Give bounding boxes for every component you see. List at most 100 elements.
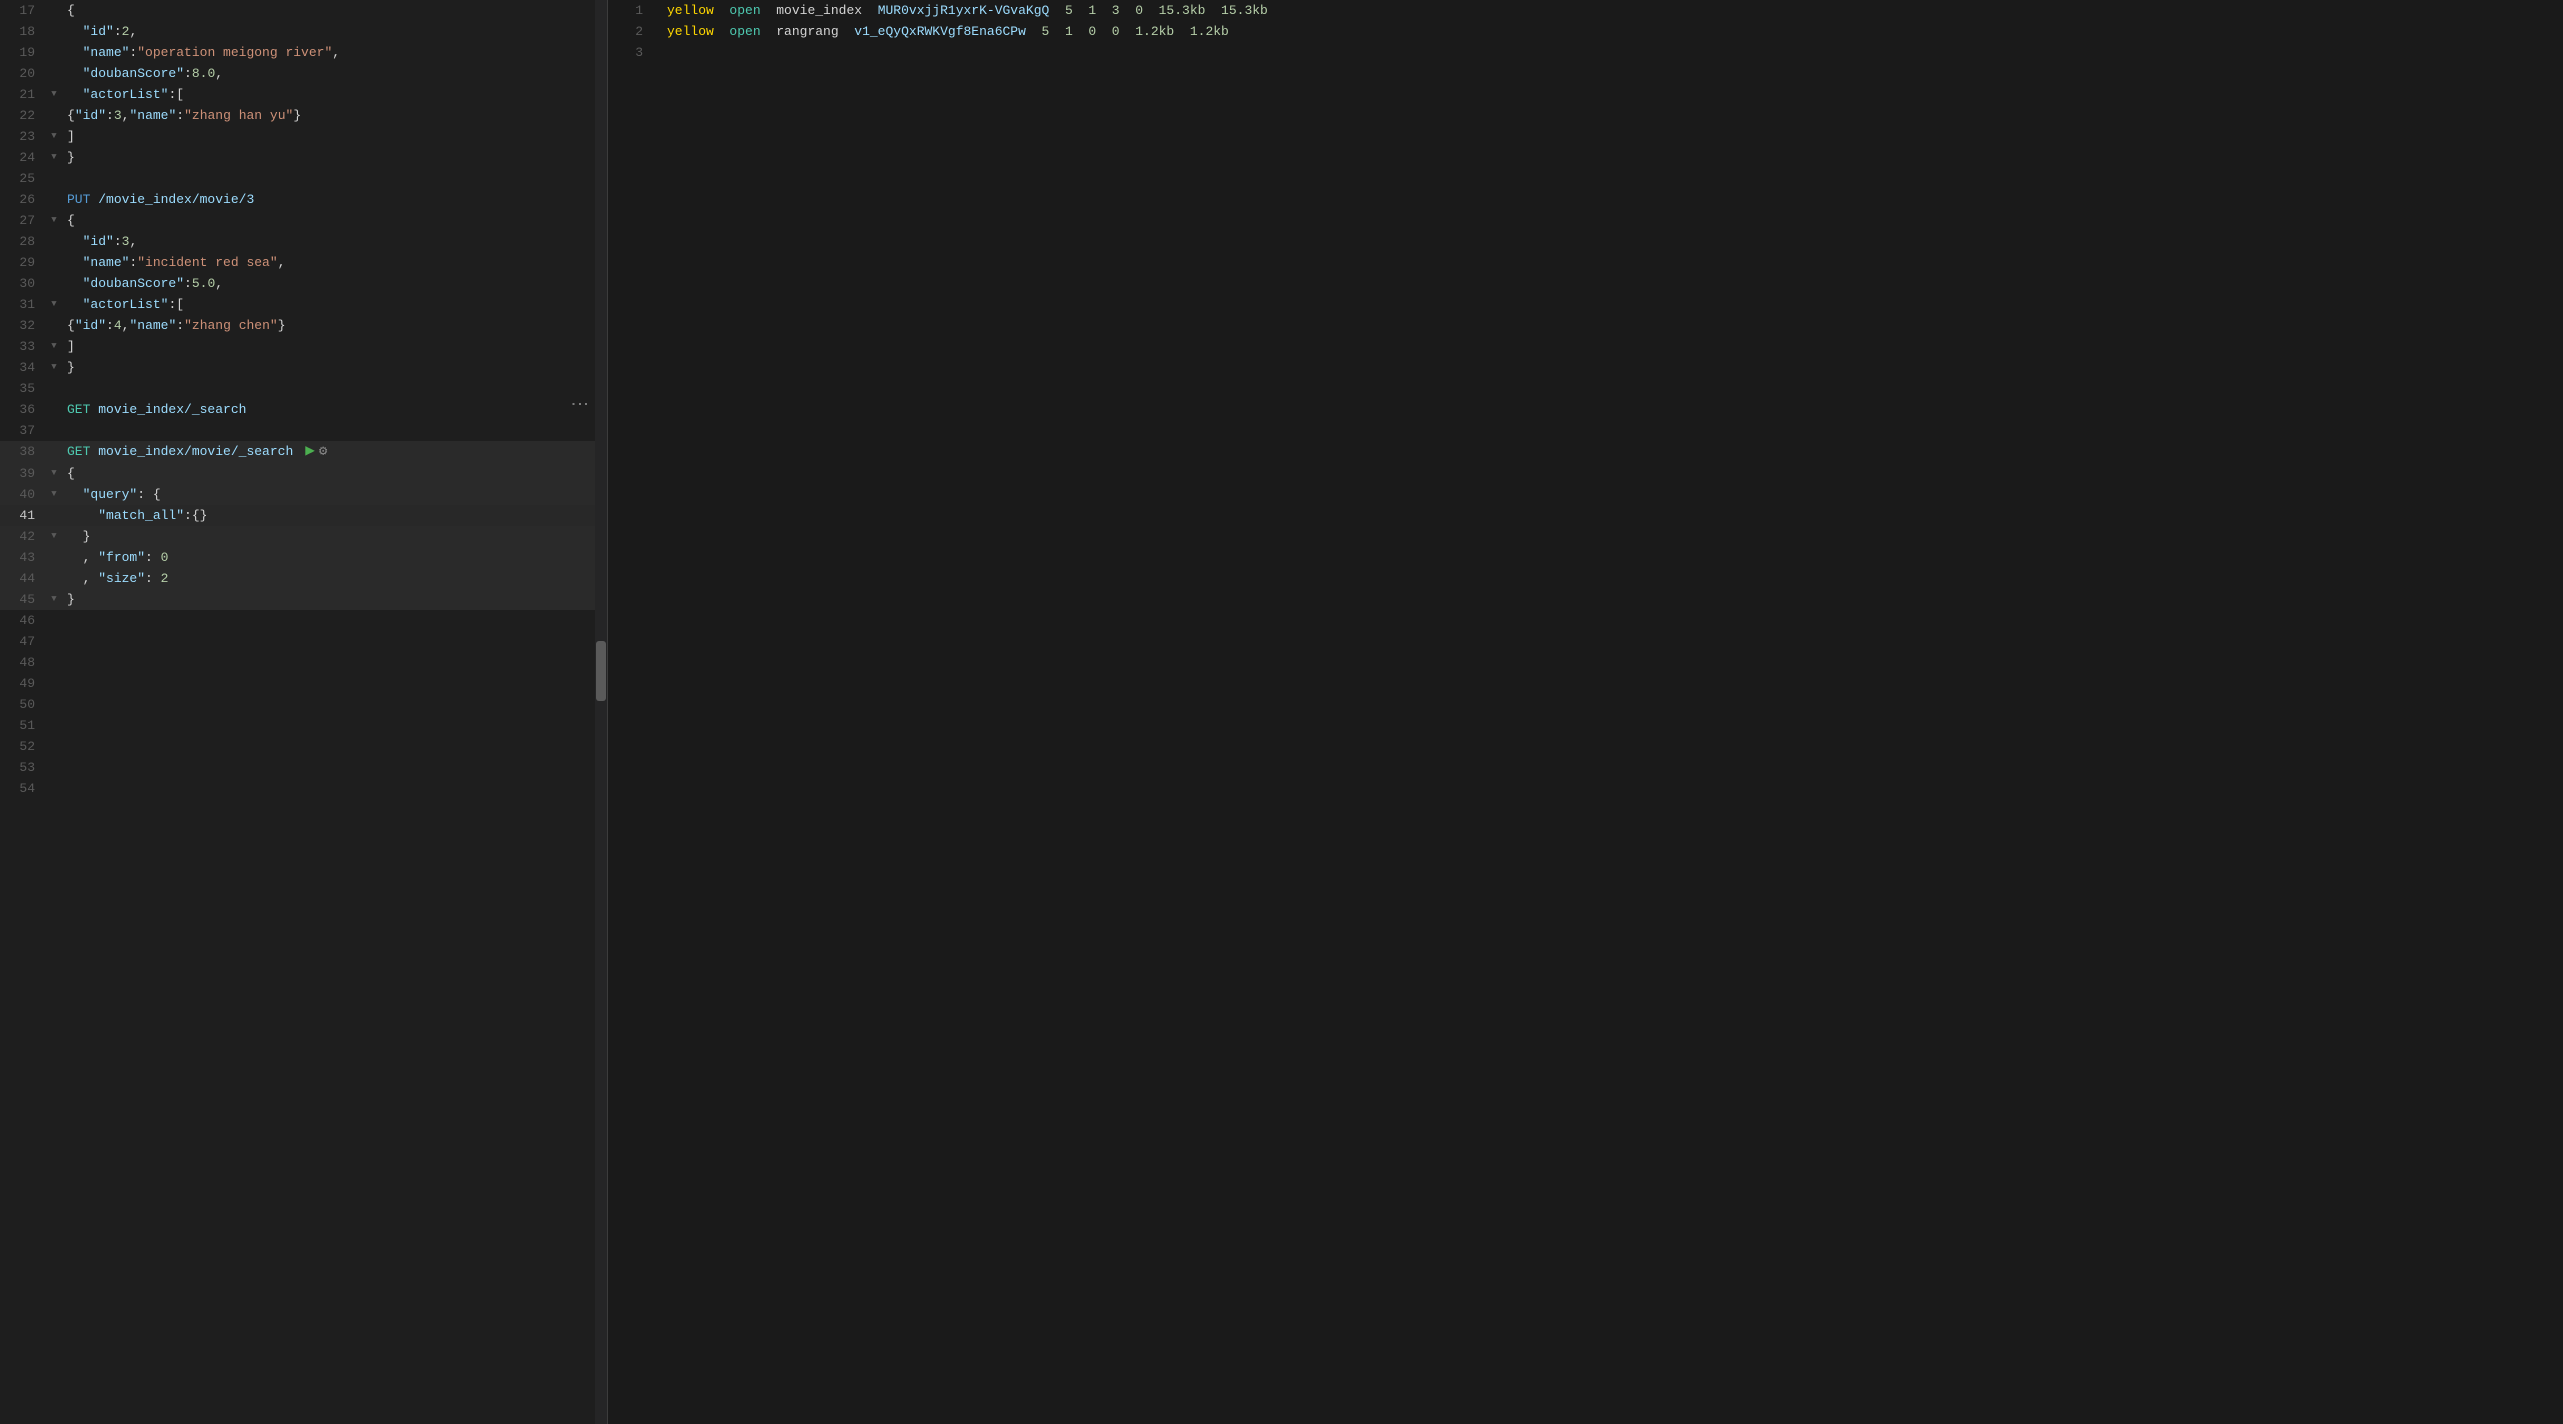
result-number: 1: [1088, 3, 1096, 18]
editor-line-22: 22{"id":3,"name":"zhang han yu"}: [0, 105, 607, 126]
line-content[interactable]: {: [63, 210, 607, 231]
line-content[interactable]: PUT /movie_index/movie/3: [63, 189, 607, 210]
editor-line-31: 31 "actorList":[: [0, 294, 607, 315]
fold-arrow[interactable]: [47, 126, 61, 147]
result-number: 5: [1042, 24, 1050, 39]
fold-arrow[interactable]: [47, 589, 61, 610]
result-number: 1.2kb: [1190, 24, 1229, 39]
fold-arrow[interactable]: [47, 210, 61, 231]
line-content[interactable]: "id":2,: [63, 21, 607, 42]
line-content[interactable]: [63, 694, 607, 715]
line-number: 39: [0, 463, 45, 484]
line-content[interactable]: ]: [63, 126, 607, 147]
line-content[interactable]: [63, 715, 607, 736]
line-gutter: [45, 378, 63, 399]
editor-line-21: 21 "actorList":[: [0, 84, 607, 105]
line-content[interactable]: [63, 736, 607, 757]
line-number: 49: [0, 673, 45, 694]
json-key: "size": [98, 571, 145, 586]
editor-line-48: 48: [0, 652, 607, 673]
line-content[interactable]: [63, 673, 607, 694]
editor-line-35: 35: [0, 378, 607, 399]
line-content[interactable]: GET movie_index/movie/_search▶⚙: [63, 441, 607, 463]
line-gutter: [45, 0, 63, 21]
line-gutter: [45, 252, 63, 273]
line-content[interactable]: "name":"operation meigong river",: [63, 42, 607, 63]
line-gutter: [45, 105, 63, 126]
line-content[interactable]: [63, 652, 607, 673]
result-status-color: yellow: [667, 3, 714, 18]
line-content[interactable]: }: [63, 589, 607, 610]
fold-arrow[interactable]: [47, 484, 61, 505]
line-gutter: [45, 336, 63, 357]
line-content[interactable]: {"id":3,"name":"zhang han yu"}: [63, 105, 607, 126]
run-button[interactable]: ▶: [305, 441, 315, 462]
line-content[interactable]: GET movie_index/_search: [63, 399, 607, 420]
line-number: 41: [0, 505, 45, 526]
result-line-number: 3: [608, 42, 653, 63]
line-content[interactable]: "name":"incident red sea",: [63, 252, 607, 273]
fold-arrow[interactable]: [47, 336, 61, 357]
result-line-1: 1yellow open movie_index MUR0vxjjR1yxrK-…: [608, 0, 2563, 21]
fold-arrow[interactable]: [47, 294, 61, 315]
editor-line-25: 25: [0, 168, 607, 189]
editor-line-50: 50: [0, 694, 607, 715]
line-number: 48: [0, 652, 45, 673]
line-number: 27: [0, 210, 45, 231]
line-content[interactable]: "match_all":{}: [63, 505, 607, 526]
line-content[interactable]: "doubanScore":5.0,: [63, 273, 607, 294]
line-content[interactable]: "id":3,: [63, 231, 607, 252]
line-content[interactable]: {"id":4,"name":"zhang chen"}: [63, 315, 607, 336]
result-line-number: 2: [608, 21, 653, 42]
result-content: yellow open rangrang v1_eQyQxRWKVgf8Ena6…: [663, 21, 2563, 42]
fold-arrow[interactable]: [47, 147, 61, 168]
fold-arrow[interactable]: [47, 526, 61, 547]
editor-scrollbar[interactable]: [595, 0, 607, 1424]
scrollbar-thumb[interactable]: [596, 641, 606, 701]
line-content[interactable]: "actorList":[: [63, 84, 607, 105]
line-gutter: [45, 420, 63, 441]
fold-arrow[interactable]: [47, 463, 61, 484]
line-number: 28: [0, 231, 45, 252]
line-content[interactable]: [63, 168, 607, 189]
result-number: 1: [1065, 24, 1073, 39]
line-content[interactable]: "doubanScore":8.0,: [63, 63, 607, 84]
code-area[interactable]: 17{18 "id":2,19 "name":"operation meigon…: [0, 0, 607, 1424]
line-content[interactable]: [63, 778, 607, 799]
line-number: 21: [0, 84, 45, 105]
editor-line-46: 46: [0, 610, 607, 631]
line-content[interactable]: ]: [63, 336, 607, 357]
line-content[interactable]: }: [63, 526, 607, 547]
result-line-number: 1: [608, 0, 653, 21]
json-key: "doubanScore": [83, 276, 184, 291]
line-content[interactable]: [63, 631, 607, 652]
result-number: 0: [1088, 24, 1096, 39]
line-content[interactable]: [63, 420, 607, 441]
editor-line-41: 41 "match_all":{}: [0, 505, 607, 526]
fold-arrow[interactable]: [47, 84, 61, 105]
line-content[interactable]: [63, 378, 607, 399]
editor-line-39: 39 {: [0, 463, 607, 484]
line-content[interactable]: [63, 610, 607, 631]
line-content[interactable]: [63, 757, 607, 778]
context-menu-button[interactable]: ⋮: [568, 395, 589, 411]
line-content[interactable]: {: [63, 463, 607, 484]
line-number: 43: [0, 547, 45, 568]
line-content[interactable]: }: [63, 147, 607, 168]
line-content[interactable]: "query": {: [63, 484, 607, 505]
editor-line-23: 23]: [0, 126, 607, 147]
fold-arrow[interactable]: [47, 357, 61, 378]
line-number: 23: [0, 126, 45, 147]
url-path: /movie_index/movie/3: [98, 192, 254, 207]
line-content[interactable]: }: [63, 357, 607, 378]
line-gutter: [45, 189, 63, 210]
line-number: 47: [0, 631, 45, 652]
line-gutter: [45, 441, 63, 463]
line-content[interactable]: , "from": 0: [63, 547, 607, 568]
settings-icon[interactable]: ⚙: [319, 442, 327, 463]
line-content[interactable]: {: [63, 0, 607, 21]
json-value: 8.0: [192, 66, 215, 81]
line-content[interactable]: , "size": 2: [63, 568, 607, 589]
result-gutter: [653, 21, 663, 42]
line-content[interactable]: "actorList":[: [63, 294, 607, 315]
